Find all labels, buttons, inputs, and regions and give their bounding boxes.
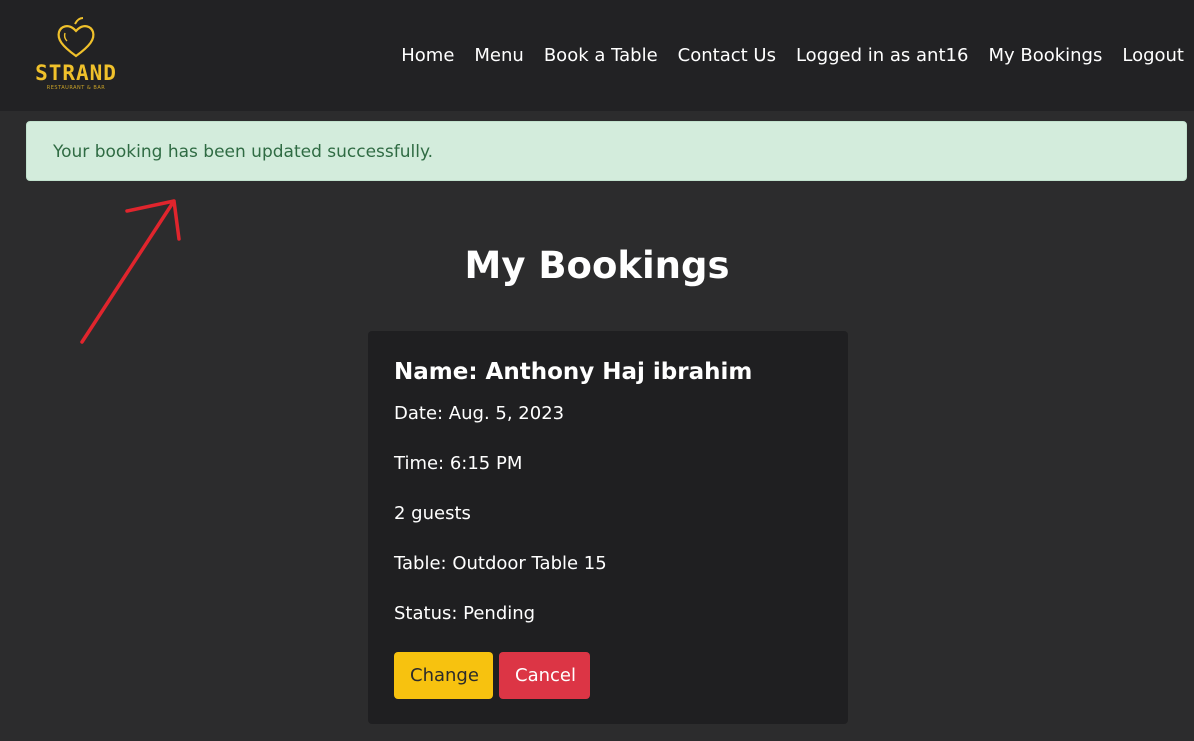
nav-home-link[interactable]: Home: [391, 45, 464, 66]
booking-time: Time: 6:15 PM: [394, 453, 523, 474]
nav-contact-link[interactable]: Contact Us: [668, 45, 786, 66]
booking-name: Name: Anthony Haj ibrahim: [394, 359, 753, 385]
success-alert: Your booking has been updated successful…: [26, 121, 1187, 181]
booking-actions: Change Cancel: [394, 652, 590, 699]
nav-links: Home Menu Book a Table Contact Us Logged…: [391, 40, 1194, 70]
booking-status: Status: Pending: [394, 603, 536, 624]
booking-table: Table: Outdoor Table 15: [394, 553, 607, 574]
brand-tagline: RESTAURANT & BAR: [46, 85, 106, 91]
change-button[interactable]: Change: [394, 652, 493, 699]
nav-logout-link[interactable]: Logout: [1112, 45, 1194, 66]
brand-name: STRAND: [35, 61, 117, 85]
apple-heart-icon: [57, 17, 95, 58]
booking-date: Date: Aug. 5, 2023: [394, 403, 565, 424]
nav-book-table-link[interactable]: Book a Table: [534, 45, 668, 66]
nav-logged-in-user[interactable]: Logged in as ant16: [786, 45, 978, 66]
nav-my-bookings-link[interactable]: My Bookings: [978, 45, 1112, 66]
brand-logo[interactable]: STRAND RESTAURANT & BAR: [28, 16, 128, 96]
navbar: STRAND RESTAURANT & BAR Home Menu Book a…: [0, 0, 1194, 111]
booking-guests: 2 guests: [394, 503, 471, 524]
booking-card: Name: Anthony Haj ibrahim Date: Aug. 5, …: [368, 331, 848, 724]
cancel-button[interactable]: Cancel: [499, 652, 590, 699]
page-title: My Bookings: [464, 244, 730, 287]
nav-menu-link[interactable]: Menu: [464, 45, 533, 66]
